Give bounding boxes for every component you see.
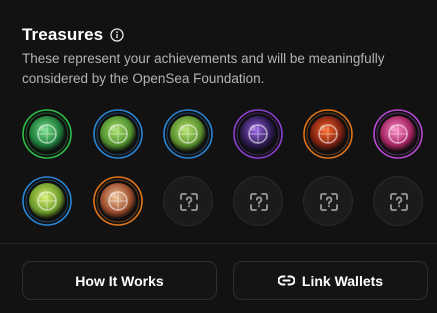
badge-orange-shell[interactable] (93, 176, 143, 226)
treasures-panel: Treasures These represent your achieveme… (0, 0, 437, 313)
locked-badge (303, 176, 353, 226)
badge-purple-orb-art (233, 109, 283, 159)
locked-badge (163, 176, 213, 226)
badge-blue-anchor[interactable] (93, 109, 143, 159)
locked-badge-icon (164, 177, 214, 227)
badge-orange-flame[interactable] (303, 109, 353, 159)
how-it-works-label: How It Works (75, 272, 164, 289)
badge-blue-compass[interactable] (22, 176, 72, 226)
link-wallets-label: Link Wallets (301, 272, 384, 289)
link-icon (277, 275, 295, 286)
locked-badge (233, 176, 283, 226)
link-wallets-button[interactable]: Link Wallets (233, 261, 428, 300)
how-it-works-button[interactable]: How It Works (22, 261, 217, 300)
badge-blue-helm[interactable] (163, 109, 213, 159)
section-description: These represent your achievements and wi… (22, 51, 385, 86)
badge-blue-compass-art (22, 176, 72, 226)
badge-purple-orb[interactable] (233, 109, 283, 159)
badge-pink-chest[interactable] (373, 109, 423, 159)
info-icon[interactable] (110, 28, 124, 42)
badge-green-dragon-art (22, 109, 72, 159)
badge-green-dragon[interactable] (22, 109, 72, 159)
title-row: Treasures (22, 25, 124, 45)
locked-badge (373, 176, 423, 226)
badge-pink-chest-art (373, 109, 423, 159)
locked-badge-icon (234, 177, 284, 227)
badge-blue-anchor-art (93, 109, 143, 159)
locked-badge-icon (304, 177, 354, 227)
locked-badge-icon (374, 177, 424, 227)
divider (0, 243, 437, 244)
badge-blue-helm-art (163, 109, 213, 159)
badge-orange-flame-art (303, 109, 353, 159)
badge-orange-shell-art (93, 176, 143, 226)
section-title: Treasures (22, 25, 104, 44)
